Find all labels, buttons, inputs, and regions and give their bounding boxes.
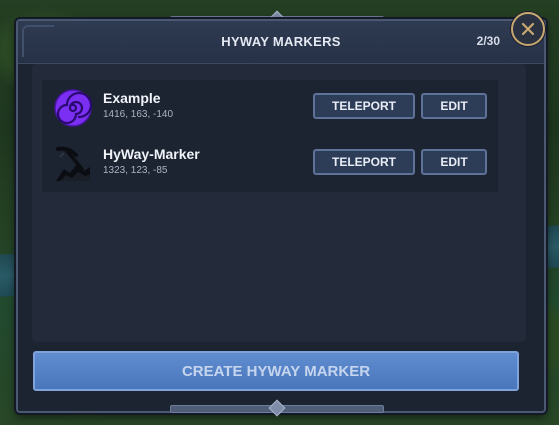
- marker-row: Example 1416, 163, -140 TELEPORT EDIT: [42, 80, 498, 136]
- dialog-title: HYWAY MARKERS: [221, 34, 341, 49]
- marker-list-panel: Example 1416, 163, -140 TELEPORT EDIT Hy…: [32, 64, 526, 342]
- marker-coordinates: 1323, 123, -85: [103, 165, 168, 176]
- bottom-ornament: [170, 399, 384, 417]
- create-hyway-marker-button[interactable]: CREATE HYWAY MARKER: [33, 351, 519, 391]
- dialog-header: HYWAY MARKERS 2/30: [18, 21, 544, 64]
- close-icon: [521, 22, 535, 36]
- marker-count: 2/30: [476, 34, 500, 48]
- marker-row: HyWay-Marker 1323, 123, -85 TELEPORT EDI…: [42, 136, 498, 192]
- edit-button[interactable]: EDIT: [421, 93, 487, 119]
- close-button[interactable]: [511, 12, 545, 46]
- pickaxe-rock-icon: [54, 145, 92, 183]
- marker-list: Example 1416, 163, -140 TELEPORT EDIT Hy…: [42, 80, 498, 192]
- teleport-button[interactable]: TELEPORT: [313, 149, 415, 175]
- edit-button[interactable]: EDIT: [421, 149, 487, 175]
- marker-name: HyWay-Marker: [103, 146, 200, 162]
- teleport-button[interactable]: TELEPORT: [313, 93, 415, 119]
- marker-coordinates: 1416, 163, -140: [103, 109, 174, 120]
- marker-name: Example: [103, 90, 161, 106]
- purple-spiral-portal-icon: [54, 89, 93, 127]
